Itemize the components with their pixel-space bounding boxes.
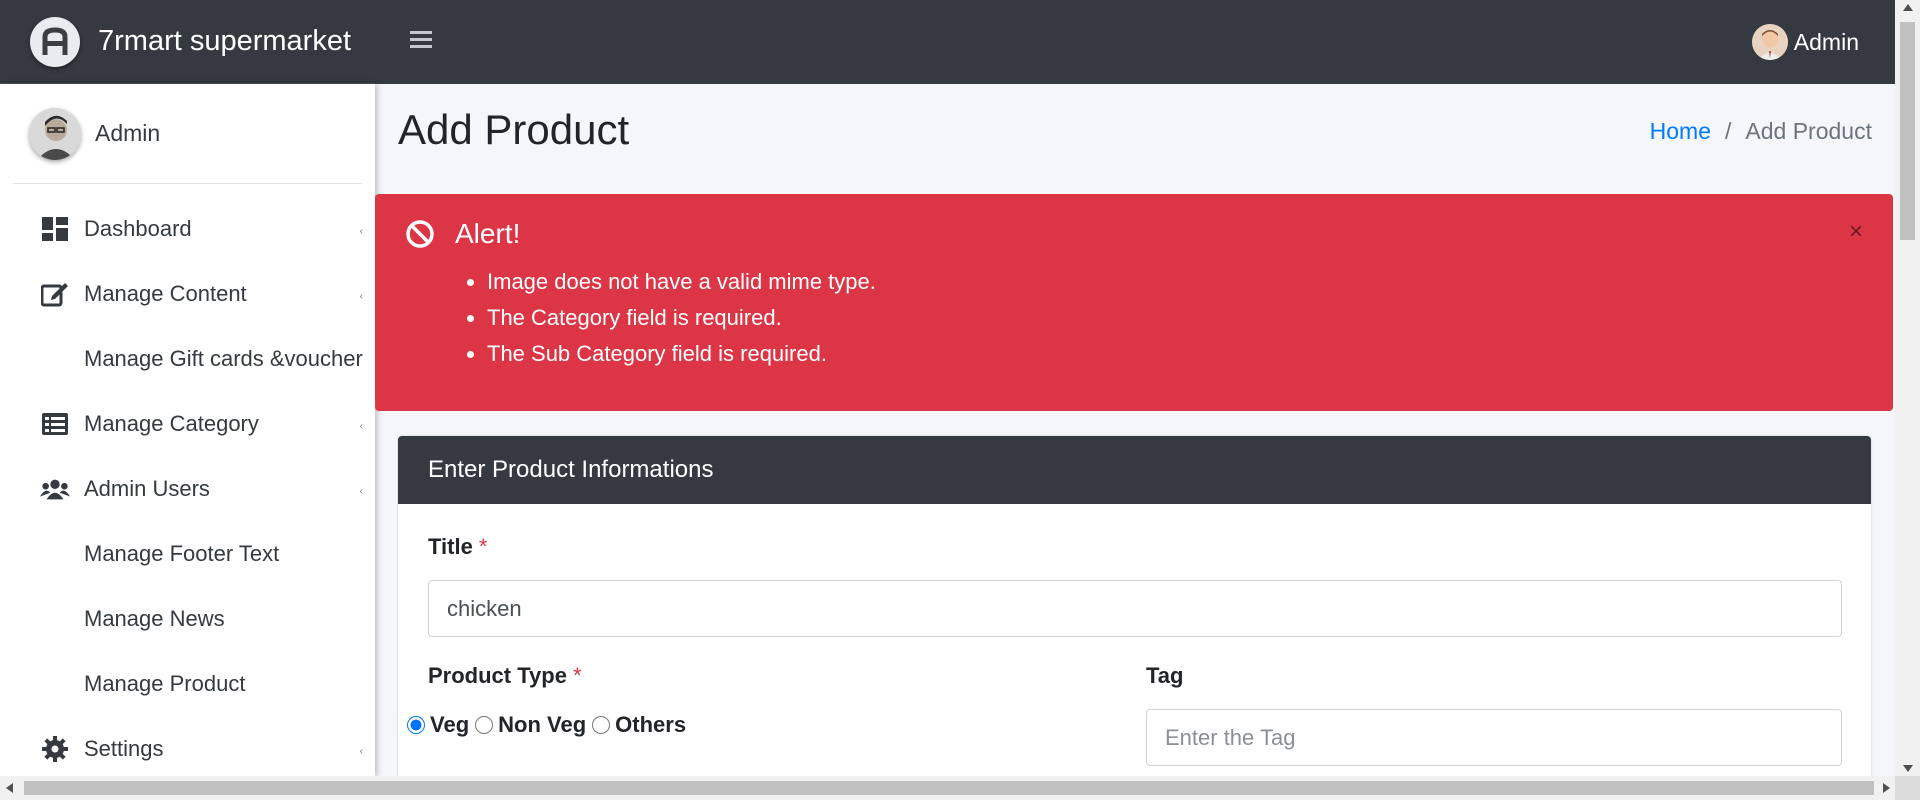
error-alert: Alert! × Image does not have a valid mim…: [375, 194, 1893, 411]
alert-message: Image does not have a valid mime type.: [487, 264, 1863, 300]
sidebar-item-label: Manage Content: [84, 280, 247, 306]
list-icon: [40, 409, 70, 439]
sidebar-item-label: Manage News: [84, 605, 225, 631]
radio-others-input[interactable]: [592, 716, 611, 734]
ban-icon: [406, 220, 434, 248]
title-label: Title *: [428, 534, 487, 560]
sidebar-item-manage-news[interactable]: Manage News: [0, 586, 375, 651]
chevron-left-icon: ‹: [359, 421, 363, 432]
breadcrumb-separator: /: [1725, 118, 1732, 144]
product-type-label-text: Product Type: [428, 663, 567, 688]
main-content: Add Product Home / Add Product Alert! × …: [375, 84, 1895, 776]
sidebar-item-manage-content[interactable]: Manage Content ‹: [0, 261, 375, 326]
sidebar-item-manage-gift-cards[interactable]: Manage Gift cards &voucher: [0, 326, 375, 391]
sidebar-item-label: Manage Footer Text: [84, 540, 280, 566]
hamburger-icon[interactable]: [410, 29, 434, 56]
product-type-radio-group: Veg Non Veg Others: [405, 712, 690, 738]
top-navbar: Admin: [375, 0, 1895, 84]
scroll-right-arrow-icon[interactable]: [1883, 783, 1890, 793]
brand-logo-icon: [30, 16, 80, 67]
radio-label: Veg: [430, 712, 470, 737]
sidebar-item-label: Manage Product: [84, 670, 246, 696]
horizontal-scroll-thumb[interactable]: [24, 781, 1874, 795]
sidebar-item-admin-users[interactable]: Admin Users ‹: [0, 456, 375, 521]
scroll-down-arrow-icon[interactable]: [1903, 765, 1913, 772]
breadcrumb: Home / Add Product: [1650, 118, 1872, 145]
radio-label: Others: [615, 712, 687, 737]
title-label-text: Title: [428, 534, 473, 559]
required-mark: *: [572, 663, 582, 688]
sidebar-item-label: Manage Category: [84, 410, 259, 436]
alert-message: The Category field is required.: [487, 300, 1863, 336]
alert-title: Alert!: [455, 218, 521, 249]
page-title: Add Product: [398, 106, 630, 153]
tag-label: Tag: [1146, 663, 1184, 688]
sidebar: Admin Dashboard ‹ Manage Content ‹ Manag…: [0, 84, 375, 776]
card-header: Enter Product Informations: [398, 436, 1871, 504]
sidebar-user-panel[interactable]: Admin: [13, 84, 362, 184]
chevron-left-icon: ‹: [359, 746, 363, 757]
avatar: [29, 107, 81, 160]
alert-header: Alert!: [405, 218, 1863, 250]
brand-link[interactable]: 7rmart supermarket: [0, 0, 375, 84]
gear-icon: [40, 734, 70, 764]
close-icon[interactable]: ×: [1849, 218, 1863, 246]
sidebar-item-manage-category[interactable]: Manage Category ‹: [0, 391, 375, 456]
edit-icon: [40, 279, 70, 309]
radio-non-veg-input[interactable]: [475, 716, 494, 734]
dashboard-icon: [40, 214, 70, 244]
sidebar-item-label: Dashboard: [84, 215, 192, 241]
horizontal-scrollbar[interactable]: [0, 776, 1920, 800]
admin-avatar: [1751, 24, 1788, 60]
sidebar-item-manage-footer-text[interactable]: Manage Footer Text: [0, 521, 375, 586]
vertical-scroll-thumb[interactable]: [1900, 22, 1915, 240]
breadcrumb-current: Add Product: [1745, 118, 1872, 144]
sidebar-item-label: Admin Users: [84, 475, 210, 501]
sidebar-user-name: Admin: [95, 120, 161, 146]
sidebar-item-manage-product[interactable]: Manage Product: [0, 651, 375, 716]
sidebar-item-label: Manage Gift cards &voucher: [84, 345, 363, 371]
product-type-label: Product Type *: [428, 663, 582, 689]
breadcrumb-home-link[interactable]: Home: [1650, 118, 1711, 145]
users-icon: [40, 474, 70, 504]
radio-non-veg[interactable]: Non Veg: [473, 712, 586, 738]
chevron-left-icon: ‹: [359, 486, 363, 497]
required-mark: *: [478, 534, 488, 559]
radio-veg-input[interactable]: [407, 716, 425, 734]
admin-user-menu[interactable]: Admin: [1751, 24, 1859, 60]
scrollbar-corner: [1895, 776, 1920, 800]
sidebar-nav: Dashboard ‹ Manage Content ‹ Manage Gift…: [0, 184, 375, 776]
tag-input[interactable]: [1146, 709, 1842, 766]
chevron-left-icon: ‹: [359, 226, 363, 237]
sidebar-item-dashboard[interactable]: Dashboard ‹: [0, 196, 375, 261]
scroll-up-arrow-icon[interactable]: [1903, 4, 1913, 11]
brand-name: 7rmart supermarket: [98, 25, 352, 57]
chevron-left-icon: ‹: [359, 291, 363, 302]
admin-user-label: Admin: [1793, 28, 1859, 55]
radio-veg[interactable]: Veg: [405, 712, 469, 738]
vertical-scrollbar[interactable]: [1895, 0, 1920, 776]
scroll-left-arrow-icon[interactable]: [6, 783, 13, 793]
alert-message: The Sub Category field is required.: [487, 336, 1863, 372]
radio-others[interactable]: Others: [590, 712, 686, 738]
sidebar-item-label: Settings: [84, 735, 164, 761]
sidebar-item-settings[interactable]: Settings ‹: [0, 716, 375, 776]
title-input[interactable]: [428, 580, 1842, 637]
radio-label: Non Veg: [498, 712, 587, 737]
alert-message-list: Image does not have a valid mime type. T…: [465, 264, 1863, 372]
